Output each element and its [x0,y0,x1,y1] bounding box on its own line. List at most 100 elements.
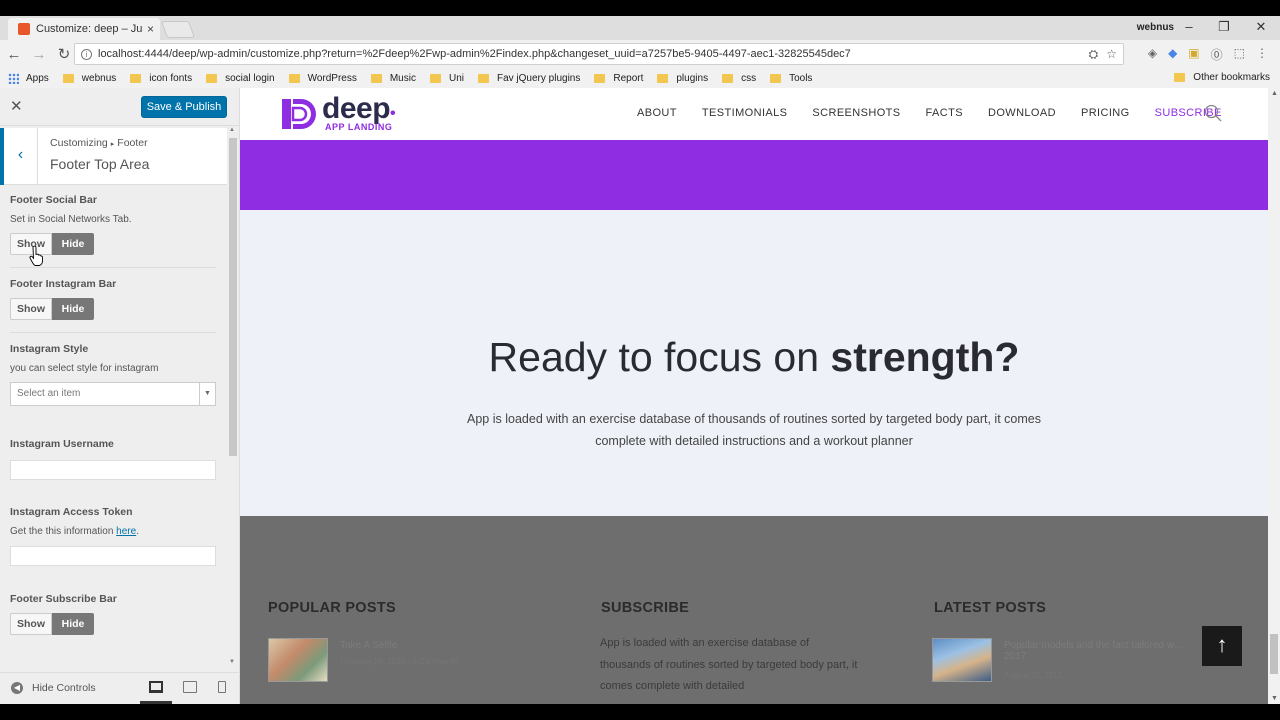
bookmark-folder[interactable]: Tools [770,73,812,84]
popular-post-title[interactable]: Take A Selfie [340,640,397,651]
nav-item-screenshots[interactable]: SCREENSHOTS [812,107,900,119]
scrollbar-thumb[interactable] [1270,634,1278,674]
menu-icon[interactable]: ⋮ [1256,46,1268,63]
hide-controls-button[interactable]: ◀ Hide Controls [11,682,96,694]
customizer-header: ✕ Save & Publish [0,88,239,126]
instagram-style-select[interactable]: Select an item ▼ [10,382,216,406]
bookmark-folder[interactable]: icon fonts [130,73,192,84]
footer-top-area: POPULAR POSTS SUBSCRIBE LATEST POSTS Tak… [240,516,1268,704]
bookmark-folder[interactable]: Fav jQuery plugins [477,73,580,84]
deep-logo-icon[interactable] [280,97,320,131]
control-title: Instagram Username [10,438,114,450]
nav-item-download[interactable]: DOWNLOAD [988,107,1056,119]
desktop-preview-icon[interactable] [149,681,163,693]
subscribe-bar-hide-button[interactable]: Hide [52,613,94,635]
profile-name[interactable]: webnus [1137,22,1174,33]
folder-icon [1174,73,1186,82]
control-description: Get the this information here. [10,526,139,537]
bookmark-folder[interactable]: social login [206,73,275,84]
panel-scrollbar[interactable]: ▲ ▼ [228,126,238,666]
bookmark-folder[interactable]: Report [594,73,643,84]
preview-scrollbar[interactable]: ▲ ▼ [1268,88,1280,704]
folder-icon [429,73,441,83]
folder-icon [657,73,669,83]
scroll-down-icon[interactable]: ▼ [1271,695,1278,702]
scroll-up-icon[interactable]: ▲ [229,127,235,133]
back-chevron-icon[interactable]: ‹ [0,128,38,185]
folder-icon [477,73,489,83]
bookmark-star-icon[interactable]: ☆ [1106,47,1117,62]
control-description: Set in Social Networks Tab. [10,214,132,225]
other-bookmarks[interactable]: Other bookmarks [1174,72,1270,83]
subscribe-bar-show-button[interactable]: Show [10,613,52,635]
dropdown-caret-icon: ▼ [199,383,215,405]
window-close-button[interactable]: ✕ [1246,19,1276,35]
bookmark-folder[interactable]: WordPress [288,73,357,84]
extension-bookmark-icon[interactable]: ▣ [1188,46,1199,63]
extension-translate-icon[interactable]: ◆ [1168,46,1177,63]
logo-wordmark[interactable]: deep• [322,92,396,126]
bookmark-folder[interactable]: css [722,73,756,84]
instagram-bar-toggle: Show Hide [10,298,218,320]
cta-section: Ready to focus on strength? App is loade… [240,210,1268,516]
nav-item-about[interactable]: ABOUT [637,107,677,119]
bookmark-folder[interactable]: webnus [62,73,116,84]
extension-shield-icon[interactable]: ◈ [1148,46,1157,63]
nav-item-testimonials[interactable]: TESTIMONIALS [702,107,787,119]
control-title: Footer Subscribe Bar [10,593,117,605]
tablet-preview-icon[interactable] [183,681,197,693]
scroll-up-icon[interactable]: ▲ [1271,90,1278,97]
translate-icon[interactable]: ⛭ [1089,47,1099,62]
subscribe-title: SUBSCRIBE [601,600,690,616]
extension-screenshot-icon[interactable]: ⬚ [1234,46,1245,63]
nav-item-pricing[interactable]: PRICING [1081,107,1130,119]
forward-button[interactable]: → [28,46,50,63]
site-nav: ABOUT TESTIMONIALS SCREENSHOTS FACTS DOW… [637,107,1247,119]
divider [10,332,216,333]
bookmark-folder[interactable]: Uni [429,73,464,84]
section-header: ‹ Customizing ▸ Footer Footer Top Area [0,128,227,185]
apps-grid-icon [8,72,19,84]
search-icon[interactable] [1204,104,1222,122]
bookmark-apps[interactable]: Apps [8,72,49,84]
subscribe-bar-toggle: Show Hide [10,613,218,635]
extension-wordpress-icon[interactable]: ⓪ [1211,46,1223,63]
scroll-down-icon[interactable]: ▼ [229,659,235,665]
instagram-username-input[interactable] [10,460,216,480]
hand-cursor-icon [29,246,43,266]
tab-close-icon[interactable]: × [147,22,154,36]
instagram-token-input[interactable] [10,546,216,566]
reload-button[interactable]: ↻ [53,45,75,63]
bookmark-folder[interactable]: Music [370,73,416,84]
active-device-indicator [140,701,172,704]
scrollbar-thumb[interactable] [229,138,237,456]
popular-post-thumbnail[interactable] [268,638,328,682]
latest-post-thumbnail[interactable] [932,638,992,682]
close-customizer-icon[interactable]: ✕ [10,97,23,115]
bookmark-folder[interactable]: plugins [657,73,708,84]
bookmarks-bar: Apps webnus icon fonts social login Word… [0,68,1280,88]
back-to-top-button[interactable]: ↑ [1202,626,1242,666]
latest-post-meta: August 22, 2017 [1004,671,1063,680]
browser-tab[interactable]: Customize: deep – Just a × [8,18,160,40]
address-bar[interactable]: i localhost:4444/deep/wp-admin/customize… [74,43,1124,65]
cta-title: Ready to focus on strength? [488,334,1020,380]
instagram-bar-show-button[interactable]: Show [10,298,52,320]
url-text[interactable]: localhost:4444/deep/wp-admin/customize.p… [98,48,1089,60]
back-button[interactable]: ← [3,46,25,63]
folder-icon [288,73,300,83]
info-icon[interactable]: i [81,48,92,60]
instagram-bar-hide-button[interactable]: Hide [52,298,94,320]
restore-button[interactable]: ❐ [1209,19,1239,35]
minimize-button[interactable]: – [1174,19,1204,34]
site-header: deep• APP LANDING ABOUT TESTIMONIALS SCR… [240,88,1268,140]
mobile-preview-icon[interactable] [218,681,226,693]
nav-item-facts[interactable]: FACTS [926,107,963,119]
latest-post-title[interactable]: Popular models and the fact tailored w..… [1004,640,1204,662]
customizer-footer: ◀ Hide Controls [0,672,239,704]
social-bar-hide-button[interactable]: Hide [52,233,94,255]
save-publish-button[interactable]: Save & Publish [141,96,227,118]
here-link[interactable]: here [116,526,136,537]
new-tab-button[interactable] [160,21,196,38]
folder-icon [130,73,142,83]
